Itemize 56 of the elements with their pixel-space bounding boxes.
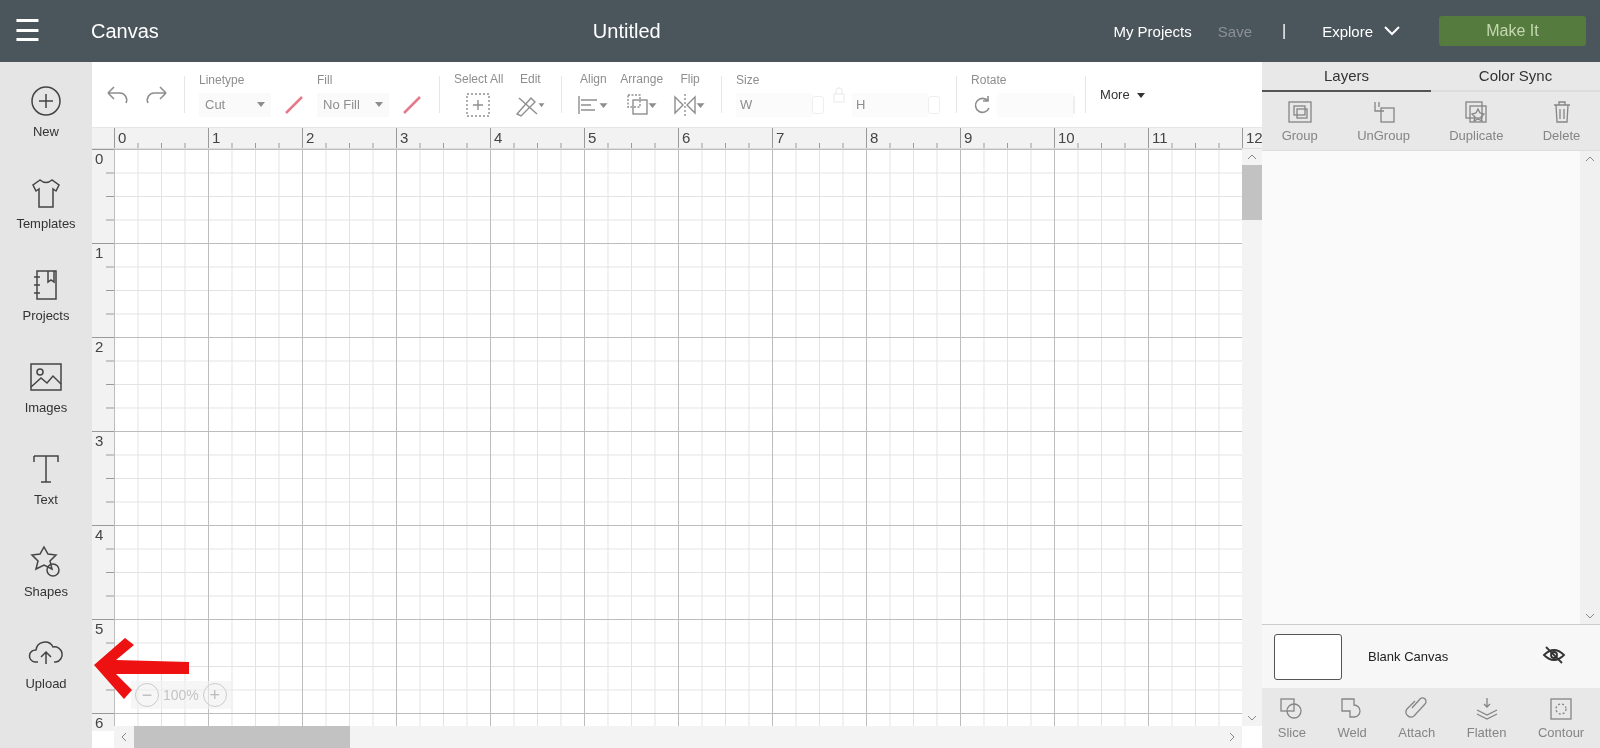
ruler-number: 9 [960, 128, 1054, 148]
eye-slashed-icon [1542, 645, 1566, 666]
tool-label: Flip [680, 71, 700, 88]
menu-button[interactable]: ☰ [14, 16, 76, 46]
tool-label: Rotate [971, 72, 1007, 89]
ruler-number: 7 [772, 128, 866, 148]
document-title: Untitled [592, 19, 661, 43]
caret-up-icon[interactable] [1246, 153, 1258, 161]
tool-label: Select All [454, 71, 504, 88]
tool-label: Linetype [199, 72, 245, 89]
ruler-number: 2 [302, 128, 396, 148]
layer-name: Blank Canvas [1368, 649, 1449, 665]
pipe-character: | [1282, 22, 1287, 40]
horizontal-scrollbar[interactable] [114, 726, 1242, 748]
ruler-number: 0 [114, 128, 208, 148]
layer-row[interactable]: Blank Canvas [1262, 624, 1600, 689]
ruler-number: 5 [584, 128, 678, 148]
sidebar-item[interactable]: Templates [0, 174, 92, 266]
sidebar-item[interactable]: Shapes [0, 542, 92, 634]
more-menu[interactable]: More [1100, 87, 1146, 102]
explore-menu[interactable]: Explore [1322, 22, 1401, 40]
stacked-squares-icon [624, 91, 659, 118]
panel-tab[interactable]: Layers [1262, 62, 1431, 92]
ruler-number: 1 [208, 128, 302, 148]
ruler-number: 3 [396, 128, 490, 148]
caret-right-icon[interactable] [1228, 731, 1236, 743]
chevron-down-icon [1383, 25, 1401, 37]
vertical-scrollbar[interactable] [1242, 149, 1262, 726]
caret-up-icon[interactable] [1584, 154, 1596, 163]
scroll-thumb[interactable] [1242, 165, 1262, 220]
tool-label: Edit [520, 71, 541, 88]
sidebar-item[interactable]: Upload [0, 634, 92, 726]
app-title: Canvas [91, 19, 159, 43]
tool-label: Size [736, 72, 760, 89]
ruler-number: 6 [678, 128, 772, 148]
layers-scrollbar[interactable] [1580, 150, 1600, 625]
sidebar-item[interactable]: Projects [0, 266, 92, 358]
tool-label: Fill [317, 72, 333, 89]
caret-down-icon[interactable] [1584, 612, 1596, 621]
panel-tab[interactable]: Color Sync [1431, 62, 1600, 92]
sidebar-item[interactable]: New [0, 82, 92, 174]
caret-down-icon[interactable] [1246, 714, 1258, 722]
ruler-number: 8 [866, 128, 960, 148]
sidebar-item[interactable]: Text [0, 450, 92, 542]
header-link[interactable]: My Projects [1113, 22, 1192, 40]
layer-action-icon [1285, 98, 1314, 125]
sidebar-item[interactable]: Images [0, 358, 92, 450]
layer-thumbnail [1274, 633, 1342, 680]
tool-label: Arrange [620, 71, 664, 88]
ruler-number: 11 [1148, 128, 1242, 148]
ruler-number: 6 [92, 713, 114, 731]
caret-left-icon[interactable] [120, 731, 128, 743]
scroll-thumb[interactable] [134, 726, 350, 748]
ruler-number: 10 [1054, 128, 1148, 148]
ruler-number: 4 [490, 128, 584, 148]
tool-label: Align [580, 71, 607, 88]
